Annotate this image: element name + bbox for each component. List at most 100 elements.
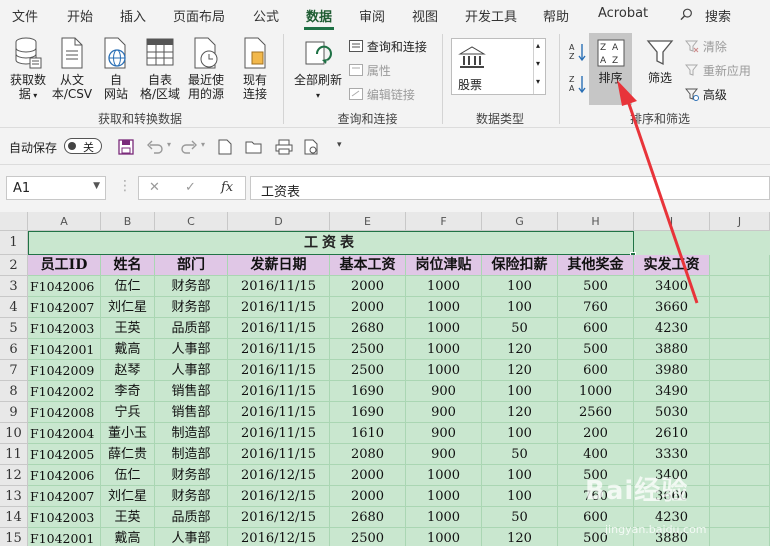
undo-dropdown-icon[interactable]: ▾ (167, 140, 171, 149)
table-cell[interactable]: 3980 (634, 360, 710, 381)
save-icon[interactable] (118, 139, 134, 155)
table-cell[interactable]: 120 (482, 402, 558, 423)
tab-insert[interactable]: 插入 (120, 6, 146, 25)
table-cell[interactable]: F1042009 (28, 360, 101, 381)
table-cell[interactable]: 1000 (406, 339, 482, 360)
tab-home[interactable]: 开始 (67, 6, 93, 25)
table-cell[interactable]: 销售部 (155, 402, 228, 423)
column-header-a[interactable]: A (28, 212, 101, 231)
table-cell[interactable]: 2680 (330, 507, 406, 528)
redo-dropdown-icon[interactable]: ▾ (201, 140, 205, 149)
search-label[interactable]: 搜索 (705, 6, 731, 25)
empty-cell[interactable] (710, 255, 770, 276)
row-header[interactable]: 3 (0, 276, 28, 297)
table-cell[interactable]: 宁兵 (101, 402, 155, 423)
table-cell[interactable]: 戴高 (101, 528, 155, 546)
table-cell[interactable]: 100 (482, 381, 558, 402)
table-cell[interactable]: 2500 (330, 339, 406, 360)
gallery-scroll[interactable]: ▴ ▾ ▾ (533, 39, 545, 94)
get-data-button[interactable]: 获取数 据 ▾ (6, 36, 50, 103)
open-folder-icon[interactable] (245, 139, 263, 155)
existing-connections-button[interactable]: 现有 连接 (236, 36, 274, 101)
chevron-up-icon[interactable]: ▴ (536, 41, 540, 50)
table-cell[interactable]: 2680 (330, 318, 406, 339)
row-header[interactable]: 12 (0, 465, 28, 486)
table-cell[interactable]: 50 (482, 444, 558, 465)
formula-input[interactable]: 工资表 (250, 176, 770, 200)
table-cell[interactable]: 2080 (330, 444, 406, 465)
chevron-down-icon[interactable]: ▾ (536, 59, 540, 68)
enter-icon[interactable]: ✓ (185, 180, 196, 195)
tab-formulas[interactable]: 公式 (253, 6, 279, 25)
table-header-cell[interactable]: 岗位津贴 (406, 255, 482, 276)
table-cell[interactable]: 2500 (330, 528, 406, 546)
table-cell[interactable]: 2016/12/15 (228, 486, 330, 507)
column-header-c[interactable]: C (155, 212, 228, 231)
table-cell[interactable]: 1690 (330, 402, 406, 423)
table-cell[interactable]: 薛仁贵 (101, 444, 155, 465)
table-cell[interactable]: 财务部 (155, 276, 228, 297)
row-header[interactable]: 15 (0, 528, 28, 546)
empty-cell[interactable] (710, 339, 770, 360)
row-header[interactable]: 4 (0, 297, 28, 318)
empty-cell[interactable] (710, 465, 770, 486)
row-header[interactable]: 9 (0, 402, 28, 423)
table-cell[interactable]: 制造部 (155, 444, 228, 465)
table-cell[interactable]: 400 (558, 444, 634, 465)
table-cell[interactable]: 120 (482, 528, 558, 546)
table-cell[interactable]: 900 (406, 402, 482, 423)
row-header[interactable]: 1 (0, 231, 28, 255)
row-header[interactable]: 2 (0, 255, 28, 276)
table-cell[interactable]: 2016/11/15 (228, 276, 330, 297)
column-header-g[interactable]: G (482, 212, 558, 231)
table-cell[interactable]: 760 (558, 297, 634, 318)
table-cell[interactable]: 人事部 (155, 528, 228, 546)
tab-page-layout[interactable]: 页面布局 (173, 6, 225, 25)
table-cell[interactable]: 伍仁 (101, 465, 155, 486)
table-cell[interactable]: 3490 (634, 381, 710, 402)
table-cell[interactable]: 2500 (330, 360, 406, 381)
table-header-cell[interactable]: 其他奖金 (558, 255, 634, 276)
table-cell[interactable]: 50 (482, 318, 558, 339)
table-cell[interactable]: 2016/11/15 (228, 297, 330, 318)
table-header-cell[interactable]: 实发工资 (634, 255, 710, 276)
tab-help[interactable]: 帮助 (543, 6, 569, 25)
column-header-b[interactable]: B (101, 212, 155, 231)
row-header[interactable]: 6 (0, 339, 28, 360)
edit-links-button[interactable]: 编辑链接 (349, 86, 415, 103)
table-cell[interactable]: 200 (558, 423, 634, 444)
title-cell[interactable]: 工资表 (28, 231, 634, 255)
table-cell[interactable]: 1000 (406, 276, 482, 297)
table-header-cell[interactable]: 保险扣薪 (482, 255, 558, 276)
more-icon[interactable]: ▾ (536, 77, 540, 86)
table-header-cell[interactable]: 基本工资 (330, 255, 406, 276)
empty-cell[interactable] (710, 297, 770, 318)
empty-cell[interactable] (710, 276, 770, 297)
table-cell[interactable]: 1000 (406, 528, 482, 546)
filter-button[interactable]: 筛选 (640, 38, 680, 85)
table-cell[interactable]: F1042005 (28, 444, 101, 465)
table-cell[interactable]: 2016/11/15 (228, 402, 330, 423)
table-cell[interactable]: 2000 (330, 276, 406, 297)
table-cell[interactable]: 2016/11/15 (228, 339, 330, 360)
tab-developer[interactable]: 开发工具 (465, 6, 517, 25)
recent-sources-button[interactable]: 最近使 用的源 (184, 36, 228, 101)
table-cell[interactable]: 销售部 (155, 381, 228, 402)
table-cell[interactable]: 100 (482, 486, 558, 507)
table-cell[interactable]: 3880 (634, 339, 710, 360)
refresh-all-button[interactable]: 全部刷新 ▾ (290, 36, 346, 103)
customize-qat-icon[interactable]: ▾ (337, 140, 342, 150)
table-header-cell[interactable]: 姓名 (101, 255, 155, 276)
table-cell[interactable]: 人事部 (155, 360, 228, 381)
table-cell[interactable]: F1042004 (28, 423, 101, 444)
empty-cell[interactable] (710, 486, 770, 507)
table-cell[interactable]: 2016/11/15 (228, 318, 330, 339)
empty-cell[interactable] (710, 444, 770, 465)
table-cell[interactable]: 王英 (101, 507, 155, 528)
table-cell[interactable]: 1000 (406, 507, 482, 528)
table-cell[interactable]: 赵琴 (101, 360, 155, 381)
column-header-f[interactable]: F (406, 212, 482, 231)
table-cell[interactable]: 2560 (558, 402, 634, 423)
table-cell[interactable]: F1042006 (28, 465, 101, 486)
table-cell[interactable]: 刘仁星 (101, 297, 155, 318)
